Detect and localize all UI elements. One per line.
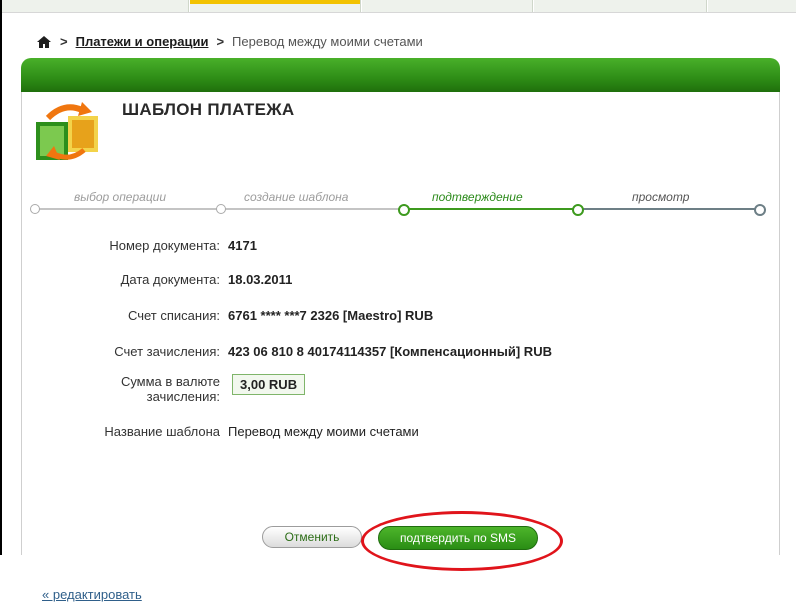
edit-link[interactable]: « редактировать [42,587,142,602]
steps-line-future [582,208,758,210]
field-template-name: Название шаблона Перевод между моими сче… [22,424,419,439]
field-doc-date: Дата документа: 18.03.2011 [22,272,293,287]
step-dot [216,204,226,214]
step-create-template: создание шаблона [244,190,349,204]
cancel-button[interactable]: Отменить [262,526,362,548]
breadcrumb-separator: > [216,34,225,49]
window-left-border [0,0,2,555]
step-confirmation: подтверждение [432,190,523,204]
field-doc-number: Номер документа: 4171 [22,238,257,253]
breadcrumb: > Платежи и операции > Перевод между мои… [36,34,423,49]
top-nav-tab-1[interactable] [2,0,189,12]
step-choose-operation: выбор операции [74,190,167,204]
active-tab-indicator [190,0,360,4]
step-dot [572,204,584,216]
breadcrumb-link-payments[interactable]: Платежи и операции [76,34,209,49]
top-nav-tab-5[interactable] [708,0,796,12]
breadcrumb-current: Перевод между моими счетами [232,34,423,49]
progress-steps: выбор операции создание шаблона подтверж… [30,184,766,224]
amount-label-line2: зачисления: [146,389,220,404]
doc-number-value: 4171 [228,238,257,253]
debit-account-label: Счет списания: [127,308,220,323]
payment-template-panel: ШАБЛОН ПЛАТЕЖА выбор операции создание ш… [21,58,780,602]
field-credit-account: Счет зачисления: 423 06 810 8 4017411435… [22,344,552,359]
steps-line-current [400,208,582,210]
credit-account-label: Счет зачисления: [114,344,220,359]
step-review: просмотр [632,190,690,204]
template-name-label: Название шаблона [104,424,220,439]
home-icon[interactable] [36,35,52,49]
amount-label: Сумма в валюте зачисления: [22,374,220,404]
panel-header [21,58,780,92]
field-amount: Сумма в валюте зачисления: 3,00 RUB [22,374,306,404]
template-name-value: Перевод между моими счетами [228,424,419,439]
field-debit-account: Счет списания: 6761 **** ***7 2326 [Maes… [22,308,433,323]
panel-body: ШАБЛОН ПЛАТЕЖА выбор операции создание ш… [21,92,780,602]
step-dot [754,204,766,216]
top-navigation-bar [2,0,796,13]
doc-date-label: Дата документа: [120,272,220,287]
top-nav-tab-4[interactable] [534,0,707,12]
credit-account-value: 423 06 810 8 40174114357 [Компенсационны… [228,344,552,359]
debit-account-value: 6761 **** ***7 2326 [Maestro] RUB [228,308,434,323]
step-dot [398,204,410,216]
top-nav-tab-3[interactable] [362,0,533,12]
doc-date-value: 18.03.2011 [228,272,293,287]
step-dot [30,204,40,214]
breadcrumb-separator: > [60,34,68,49]
amount-value: 3,00 RUB [232,374,306,395]
doc-number-label: Номер документа: [109,238,220,253]
money-transfer-icon [34,100,104,162]
amount-label-line1: Сумма в валюте [120,374,220,389]
panel-title: ШАБЛОН ПЛАТЕЖА [122,100,295,119]
confirm-sms-button[interactable]: подтвердить по SMS [378,526,538,550]
